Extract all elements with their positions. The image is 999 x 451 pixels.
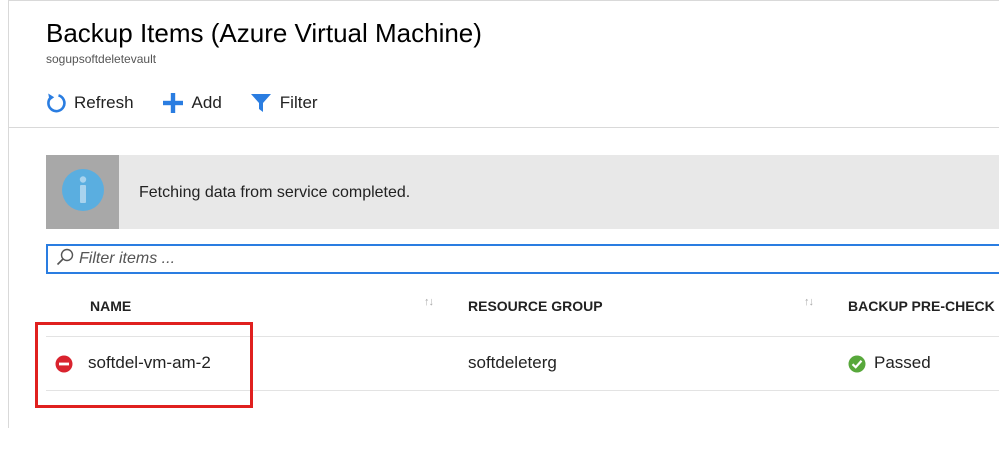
info-icon — [61, 168, 105, 217]
header-divider — [46, 336, 999, 337]
info-notification: Fetching data from service completed. — [46, 155, 999, 229]
column-header-name[interactable]: NAME — [90, 298, 131, 314]
column-header-resource-group[interactable]: RESOURCE GROUP — [468, 298, 603, 314]
info-message: Fetching data from service completed. — [139, 184, 411, 201]
sort-arrows-icon[interactable]: ↑↓ — [424, 296, 434, 308]
refresh-label: Refresh — [74, 93, 134, 112]
info-icon-panel — [46, 155, 119, 229]
refresh-button[interactable]: Refresh — [46, 92, 134, 114]
row-name-cell[interactable]: softdel-vm-am-2 — [88, 353, 211, 373]
add-button[interactable]: Add — [162, 92, 222, 114]
filter-label: Filter — [279, 93, 318, 112]
toolbar-divider — [9, 127, 999, 128]
funnel-icon — [250, 93, 272, 113]
row-divider — [46, 390, 999, 391]
sort-arrows-icon[interactable]: ↑↓ — [804, 296, 814, 308]
filter-button[interactable]: Filter — [250, 93, 318, 113]
refresh-icon — [46, 92, 66, 114]
page-subtitle: sogupsoftdeletevault — [46, 52, 157, 66]
column-header-backup-pre-check[interactable]: BACKUP PRE-CHECK — [848, 298, 995, 314]
row-resource-group-cell: softdeleterg — [468, 353, 557, 372]
filter-items-input[interactable] — [79, 250, 679, 268]
add-label: Add — [191, 93, 222, 112]
backup-items-blade: Backup Items (Azure Virtual Machine) sog… — [0, 0, 999, 451]
check-circle-icon — [848, 355, 866, 378]
search-icon — [48, 248, 74, 271]
plus-icon — [162, 92, 184, 114]
filter-items-field[interactable] — [46, 244, 999, 274]
page-title: Backup Items (Azure Virtual Machine) — [46, 18, 482, 48]
minus-circle-icon — [55, 355, 73, 378]
command-bar: Refresh Add Filter — [46, 88, 346, 118]
row-backup-pre-check-cell: Passed — [874, 353, 931, 372]
